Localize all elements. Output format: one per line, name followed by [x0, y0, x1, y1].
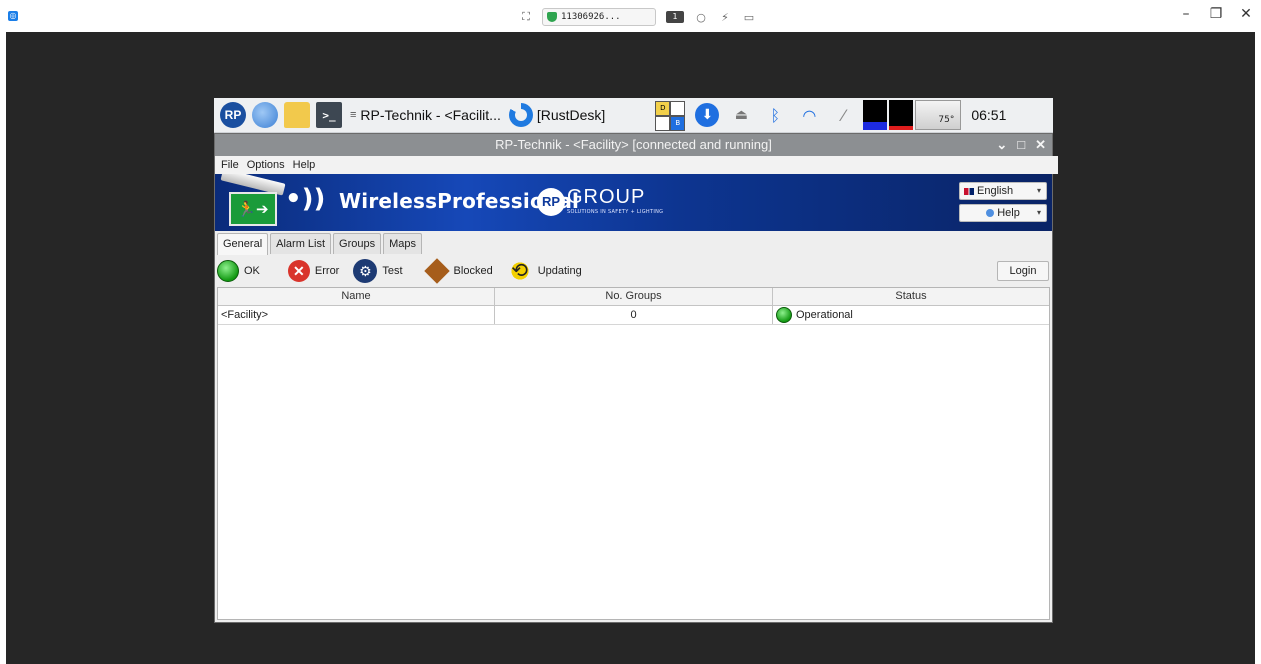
taskbar-task-rp-technik[interactable]: ≡ RP-Technik - <Facilit... — [350, 102, 501, 128]
menu-logo-icon[interactable]: RP — [220, 102, 246, 128]
rp-group-logo: RP — [537, 188, 565, 216]
operational-led-icon — [776, 307, 792, 323]
legend-label: OK — [244, 265, 260, 277]
app-titlebar[interactable]: RP-Technik - <Facility> [connected and r… — [215, 134, 1052, 156]
rustdesk-app-icon: ◎ — [8, 11, 18, 21]
action-lightning-icon[interactable]: ⚡ — [718, 11, 732, 24]
app-window-controls: ⌄ □ ✕ — [996, 134, 1046, 156]
legend-item-blocked: Blocked — [423, 258, 493, 284]
session-id: 11306926... — [561, 12, 621, 22]
error-icon: ✕ — [287, 260, 310, 282]
terminal-icon[interactable]: >_ — [316, 102, 342, 128]
keyboard-layout-indicator[interactable]: D B — [655, 101, 686, 131]
taskbar-task-label: RP-Technik - <Facilit... — [360, 107, 501, 123]
browser-globe-icon[interactable] — [252, 102, 278, 128]
rustdesk-icon — [508, 103, 533, 127]
help-select[interactable]: Help ▾ — [959, 204, 1047, 222]
column-header-status[interactable]: Status — [773, 288, 1049, 305]
login-button[interactable]: Login — [997, 261, 1049, 281]
facility-table: Name No. Groups Status <Facility> 0 Oper… — [217, 287, 1050, 620]
tab-general[interactable]: General — [217, 233, 269, 255]
shield-icon — [547, 12, 557, 22]
remote-taskbar: RP >_ ≡ RP-Technik - <Facilit... [RustDe… — [214, 98, 1053, 133]
status-legend: OK ✕ Error ⚙ Test Blocked ⟲ Updating — [217, 258, 596, 284]
product-banner: 🏃➔ •)) WirelessProfessional RP GROUP SOL… — [215, 174, 1052, 231]
cell-name: <Facility> — [218, 306, 495, 324]
app-window: RP-Technik - <Facility> [connected and r… — [214, 133, 1058, 623]
language-select[interactable]: English ▾ — [959, 182, 1047, 200]
bluetooth-icon[interactable]: ᛒ — [763, 103, 787, 127]
keyboard-layout-bottom: B — [670, 116, 686, 131]
group-slogan: SOLUTIONS IN SAFETY + LIGHTING — [567, 209, 664, 215]
chevron-down-icon: ▾ — [1036, 186, 1041, 195]
menu-help[interactable]: Help — [293, 156, 316, 174]
group-name: GROUP — [567, 186, 646, 208]
keyboard-layout-top: D — [655, 101, 671, 116]
help-value: Help — [997, 207, 1020, 219]
wireless-signal-icon: •)) — [285, 184, 326, 214]
menu-bar: File Options Help — [215, 156, 1058, 174]
tab-alarm-list[interactable]: Alarm List — [270, 233, 332, 254]
memory-monitor-graph[interactable] — [889, 100, 914, 130]
tab-groups[interactable]: Groups — [333, 233, 382, 254]
gear-icon: ⚙ — [353, 259, 378, 283]
maximize-icon[interactable]: □ — [1017, 134, 1025, 156]
keyboard-key-blank — [655, 116, 671, 131]
close-icon[interactable]: ✕ — [1035, 134, 1046, 156]
chevron-down-icon: ▾ — [1036, 208, 1041, 217]
restore-icon[interactable]: ❐ — [1209, 6, 1223, 22]
menu-options[interactable]: Options — [247, 156, 285, 174]
session-toolbar: ⛶ 11306926... 1 ○ ⚡ ▭ — [520, 8, 756, 26]
minimize-icon[interactable]: – — [1179, 6, 1193, 22]
legend-label: Test — [382, 265, 403, 277]
cell-groups: 0 — [495, 306, 773, 324]
display-icon[interactable]: ▭ — [742, 11, 756, 24]
table-header: Name No. Groups Status — [218, 288, 1049, 306]
volume-muted-icon[interactable]: ⁄ — [831, 103, 855, 127]
temperature-monitor[interactable]: 75° — [915, 100, 962, 130]
chat-icon[interactable]: ○ — [694, 11, 708, 24]
rustdesk-titlebar: ◎ ⛶ 11306926... 1 ○ ⚡ ▭ – ❐ ✕ — [0, 0, 1261, 32]
legend-label: Updating — [537, 265, 582, 277]
legend-label: Blocked — [453, 265, 493, 277]
updating-arrows-icon: ⟲ — [506, 260, 533, 282]
help-globe-icon — [986, 209, 995, 217]
legend-label: Error — [314, 265, 340, 277]
table-row[interactable]: <Facility> 0 Operational — [218, 306, 1049, 325]
wifi-icon[interactable]: ◠ — [797, 103, 821, 127]
legend-item-test: ⚙ Test — [353, 259, 403, 283]
tab-bar: General Alarm List Groups Maps — [217, 233, 423, 255]
uk-flag-icon — [964, 187, 974, 195]
blocked-diamond-icon — [423, 258, 450, 284]
monitor-badge[interactable]: 1 — [666, 11, 684, 23]
session-id-pill[interactable]: 11306926... — [542, 8, 656, 26]
window-controls: – ❐ ✕ — [1179, 6, 1253, 22]
ok-led-icon — [217, 260, 239, 282]
exit-sign-icon: 🏃➔ — [229, 192, 277, 226]
app-title: RP-Technik - <Facility> [connected and r… — [495, 137, 772, 152]
keyboard-key-blank — [670, 101, 686, 116]
legend-item-updating: ⟲ Updating — [506, 260, 582, 282]
status-text: Operational — [796, 309, 853, 321]
legend-item-ok: OK — [217, 260, 260, 282]
legend-item-error: ✕ Error — [287, 260, 340, 282]
fullscreen-icon[interactable]: ⛶ — [520, 11, 532, 23]
window-list-icon: ≡ — [350, 109, 357, 121]
taskbar-task-rustdesk[interactable]: [RustDesk] — [508, 102, 606, 128]
cell-status: Operational — [773, 306, 1049, 324]
taskbar-task-label: [RustDesk] — [536, 107, 606, 123]
menu-file[interactable]: File — [221, 156, 239, 174]
file-manager-folder-icon[interactable] — [284, 102, 310, 128]
close-icon[interactable]: ✕ — [1239, 6, 1253, 22]
language-value: English — [977, 185, 1014, 197]
download-icon[interactable]: ⬇ — [695, 103, 720, 127]
clock[interactable]: 06:51 — [971, 107, 1006, 123]
column-header-groups[interactable]: No. Groups — [495, 288, 773, 305]
tab-maps[interactable]: Maps — [383, 233, 423, 254]
column-header-name[interactable]: Name — [218, 288, 495, 305]
eject-icon[interactable]: ⏏ — [729, 103, 753, 127]
minimize-icon[interactable]: ⌄ — [996, 134, 1007, 156]
cpu-monitor-graph[interactable] — [863, 100, 888, 130]
